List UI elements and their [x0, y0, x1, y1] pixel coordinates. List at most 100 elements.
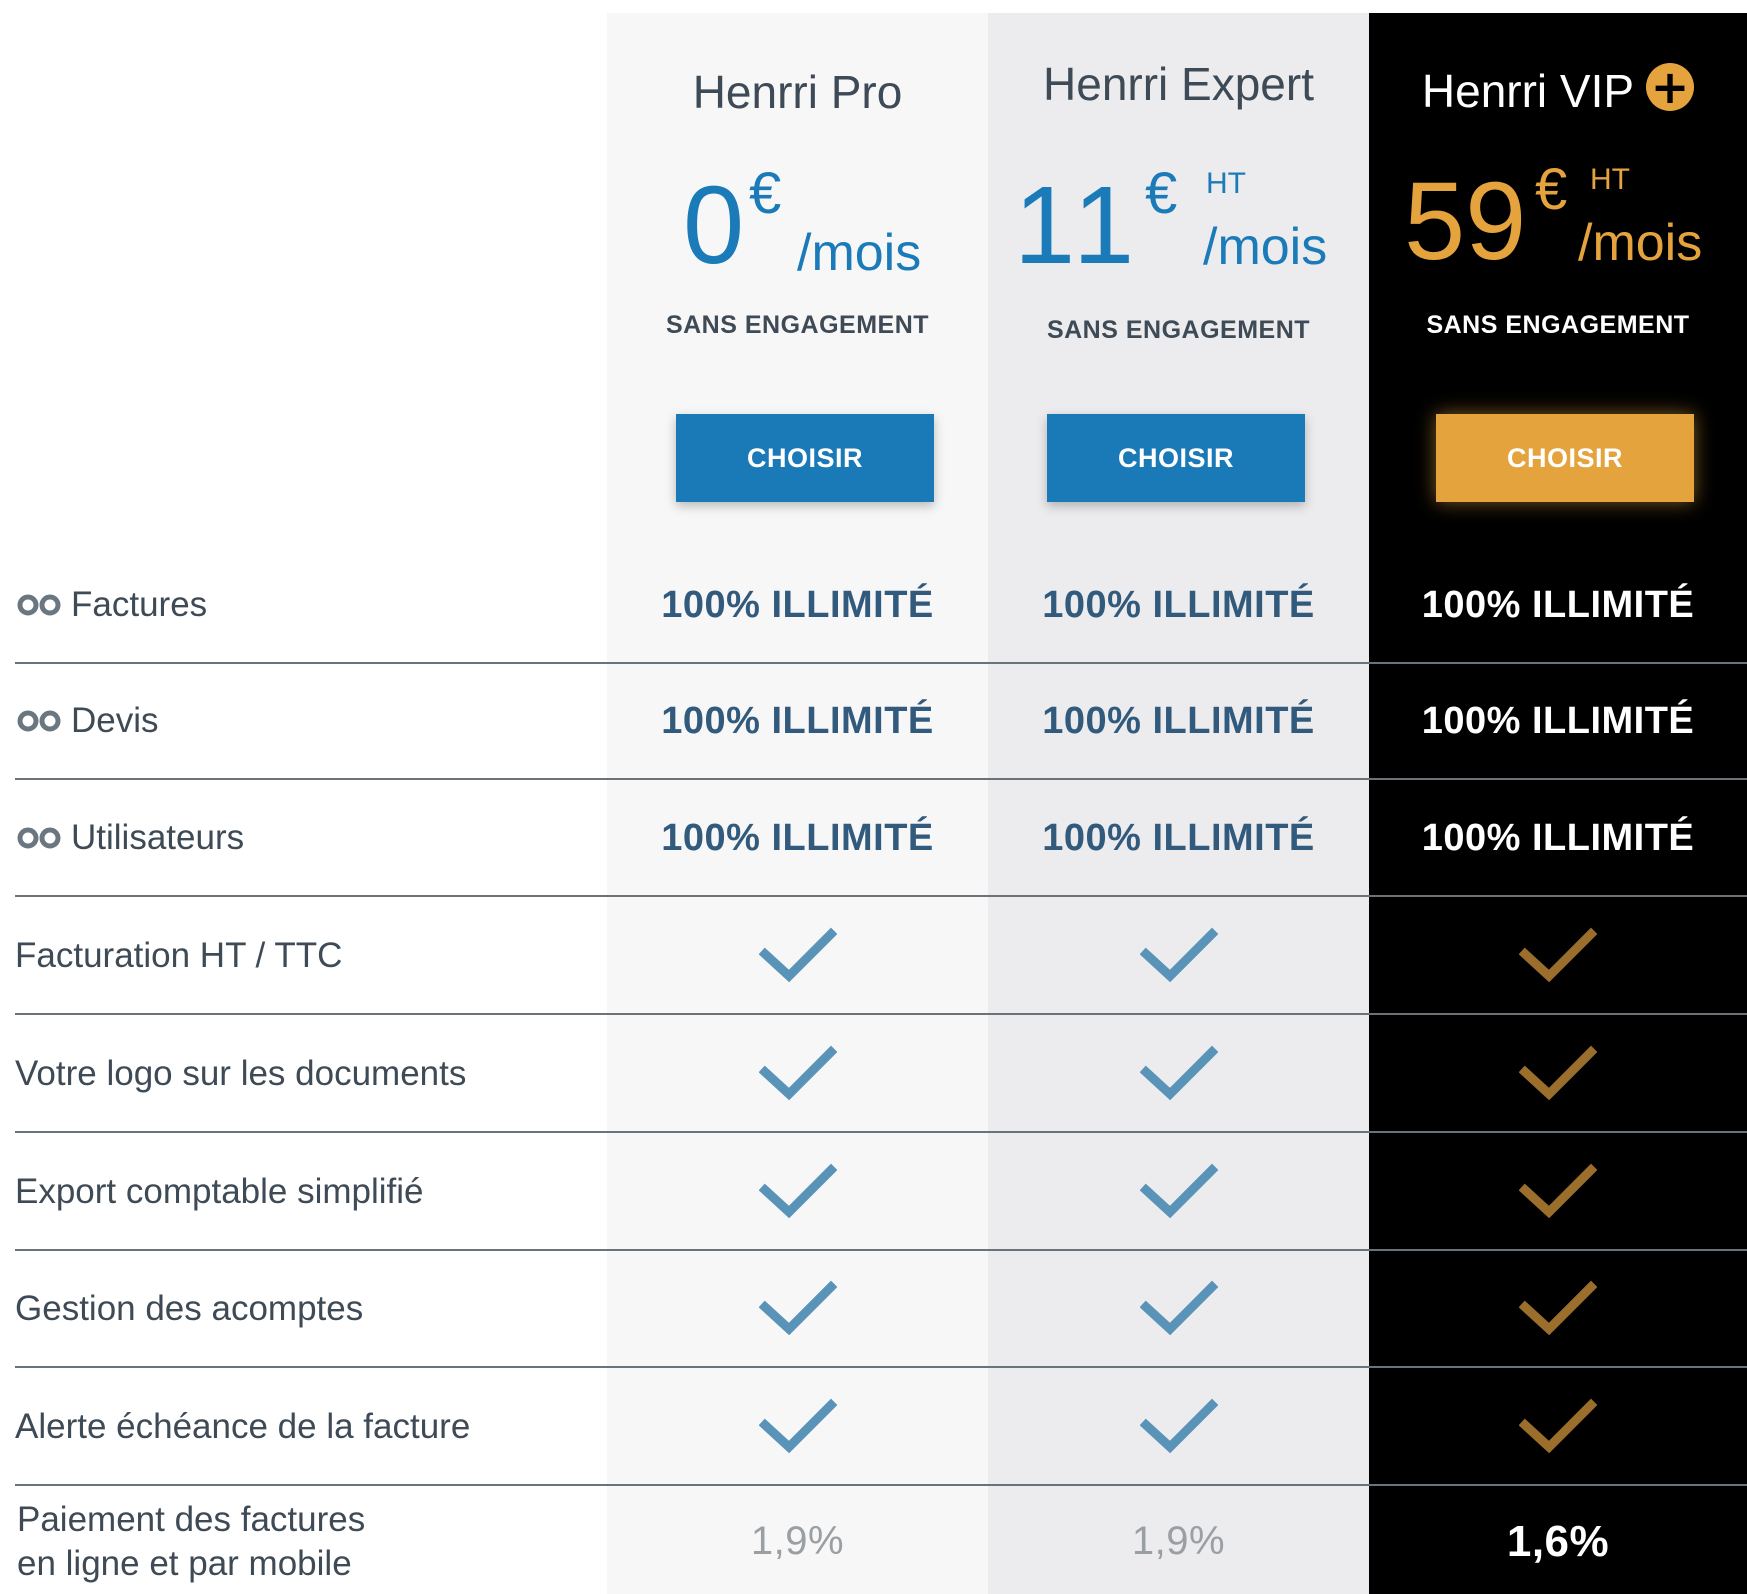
checkmark-icon	[758, 1398, 837, 1454]
feature-label-text: Alerte échéance de la facture	[15, 1407, 471, 1446]
price-period: /mois	[1578, 214, 1703, 272]
feature-label-text: Factures	[71, 585, 208, 624]
feature-cell-expert	[988, 1133, 1369, 1251]
checkmark-icon	[1139, 1280, 1218, 1336]
feature-cell-pro	[607, 1368, 988, 1486]
commitment-text: SANS ENGAGEMENT	[1046, 316, 1311, 344]
feature-cell-expert	[988, 1368, 1369, 1486]
feature-value: 100% ILLIMITÉ	[1042, 583, 1315, 626]
plan-title: Henrri Pro	[692, 66, 903, 118]
feature-label: Factures	[15, 546, 207, 664]
feature-cell-vip: 100% ILLIMITÉ	[1369, 662, 1747, 780]
feature-cell-pro: 100% ILLIMITÉ	[607, 779, 988, 897]
feature-label: Utilisateurs	[15, 779, 244, 897]
price-currency: €	[1145, 161, 1178, 226]
infinity-icon	[17, 710, 61, 732]
feature-label: Votre logo sur les documents	[15, 1015, 466, 1133]
plan-title-text: Henrri VIP	[1421, 65, 1635, 117]
table-row: Devis 100% ILLIMITÉ 100% ILLIMITÉ 100% ILLI…	[0, 662, 1747, 780]
feature-label: Export comptable simplifié	[15, 1133, 424, 1251]
fee-value: 1,6%	[1506, 1516, 1610, 1566]
feature-cell-vip	[1369, 1133, 1747, 1251]
checkmark-icon	[758, 1163, 837, 1219]
feature-cell-expert	[988, 1015, 1369, 1133]
plan-price: 59 € HT /mois	[1369, 153, 1747, 293]
checkmark-icon	[758, 927, 837, 983]
feature-label-text: Facturation HT / TTC	[15, 936, 343, 975]
feature-cell-expert: 100% ILLIMITÉ	[988, 779, 1369, 897]
plan-header-pro: Henrri Pro 0 € /mois SANS ENGAGEMENT CHO…	[607, 13, 988, 513]
plan-price: 0 € /mois	[607, 153, 988, 293]
feature-cell-pro	[607, 1015, 988, 1133]
feature-value: 100% ILLIMITÉ	[1421, 699, 1695, 742]
feature-cell-vip	[1369, 1015, 1747, 1133]
infinity-icon	[17, 827, 61, 849]
feature-cell-vip	[1369, 1250, 1747, 1368]
checkmark-icon	[758, 1280, 837, 1336]
checkmark-icon	[1519, 1398, 1597, 1454]
checkmark-icon	[1519, 1045, 1597, 1101]
row-divider	[15, 1484, 1747, 1486]
payment-fee-expert: 1,9%	[988, 1489, 1369, 1594]
checkmark-icon	[1139, 1163, 1218, 1219]
feature-value: 100% ILLIMITÉ	[1042, 699, 1315, 742]
feature-label-text: Devis	[71, 701, 159, 740]
feature-label: Facturation HT / TTC	[15, 897, 342, 1015]
feature-label: Gestion des acomptes	[15, 1250, 363, 1368]
commitment-text: SANS ENGAGEMENT	[665, 311, 930, 339]
feature-cell-pro: 100% ILLIMITÉ	[607, 662, 988, 780]
table-row: Factures 100% ILLIMITÉ 100% ILLIMITÉ 100% I…	[0, 546, 1747, 664]
plan-header-expert: Henrri Expert 11 € HT /mois SANS ENGAGEM…	[988, 13, 1369, 513]
feature-cell-vip	[1369, 1368, 1747, 1486]
commitment-text: SANS ENGAGEMENT	[1426, 311, 1690, 339]
choose-expert-button[interactable]: CHOISIR	[1047, 414, 1305, 502]
feature-value: 100% ILLIMITÉ	[661, 583, 934, 626]
table-row: Paiement des factures en ligne et par mo…	[0, 1489, 1747, 1594]
checkmark-icon	[1519, 1163, 1597, 1219]
table-row: Utilisateurs 100% ILLIMITÉ 100% ILLIMITÉ 10…	[0, 779, 1747, 897]
feature-cell-pro	[607, 897, 988, 1015]
payment-fee-pro: 1,9%	[607, 1489, 988, 1594]
feature-label-text: Gestion des acomptes	[15, 1289, 364, 1328]
price-period: /mois	[1203, 218, 1328, 276]
plan-title: Henrri VIP +	[1369, 63, 1747, 118]
feature-label-text: Export comptable simplifié	[15, 1172, 424, 1211]
price-period: /mois	[797, 224, 922, 282]
feature-cell-pro: 100% ILLIMITÉ	[607, 546, 988, 664]
feature-label-text: Utilisateurs	[71, 818, 245, 857]
checkmark-icon	[1139, 1045, 1218, 1101]
price-amount: 11	[1014, 164, 1141, 287]
checkmark-icon	[758, 1045, 837, 1101]
choose-pro-button[interactable]: CHOISIR	[676, 414, 934, 502]
checkmark-icon	[1519, 1280, 1597, 1336]
feature-cell-expert: 100% ILLIMITÉ	[988, 662, 1369, 780]
feature-cell-vip	[1369, 897, 1747, 1015]
feature-cell-expert	[988, 897, 1369, 1015]
feature-label-line: Paiement des factures	[17, 1499, 366, 1539]
checkmark-icon	[1139, 1398, 1218, 1454]
payment-fee-vip: 1,6%	[1369, 1489, 1747, 1594]
feature-label: Alerte échéance de la facture	[15, 1368, 470, 1486]
checkmark-icon	[1519, 927, 1597, 983]
feature-cell-vip: 100% ILLIMITÉ	[1369, 546, 1747, 664]
feature-label: Paiement des factures en ligne et par mo…	[17, 1489, 365, 1594]
feature-cell-pro	[607, 1250, 988, 1368]
plan-header-vip: Henrri VIP + 59 € HT /mois SANS ENGAGEMEN…	[1369, 13, 1747, 513]
feature-cell-pro	[607, 1133, 988, 1251]
table-row: Alerte échéance de la facture	[0, 1368, 1747, 1486]
plan-price: 11 € HT /mois	[988, 153, 1369, 293]
feature-value: 100% ILLIMITÉ	[1042, 816, 1315, 859]
price-tax-label: HT	[1590, 163, 1630, 196]
fee-value: 1,9%	[750, 1519, 845, 1563]
choose-vip-button[interactable]: CHOISIR	[1436, 414, 1694, 502]
plan-title: Henrri Expert	[1043, 58, 1314, 110]
feature-value: 100% ILLIMITÉ	[1421, 583, 1695, 626]
table-row: Facturation HT / TTC	[0, 897, 1747, 1015]
feature-label-text: Votre logo sur les documents	[15, 1054, 467, 1093]
table-row: Gestion des acomptes	[0, 1250, 1747, 1368]
price-amount: 0	[683, 164, 745, 287]
price-tax-label: HT	[1206, 167, 1246, 200]
fee-value: 1,9%	[1131, 1519, 1226, 1563]
price-currency: €	[749, 161, 782, 226]
infinity-icon	[17, 594, 61, 616]
